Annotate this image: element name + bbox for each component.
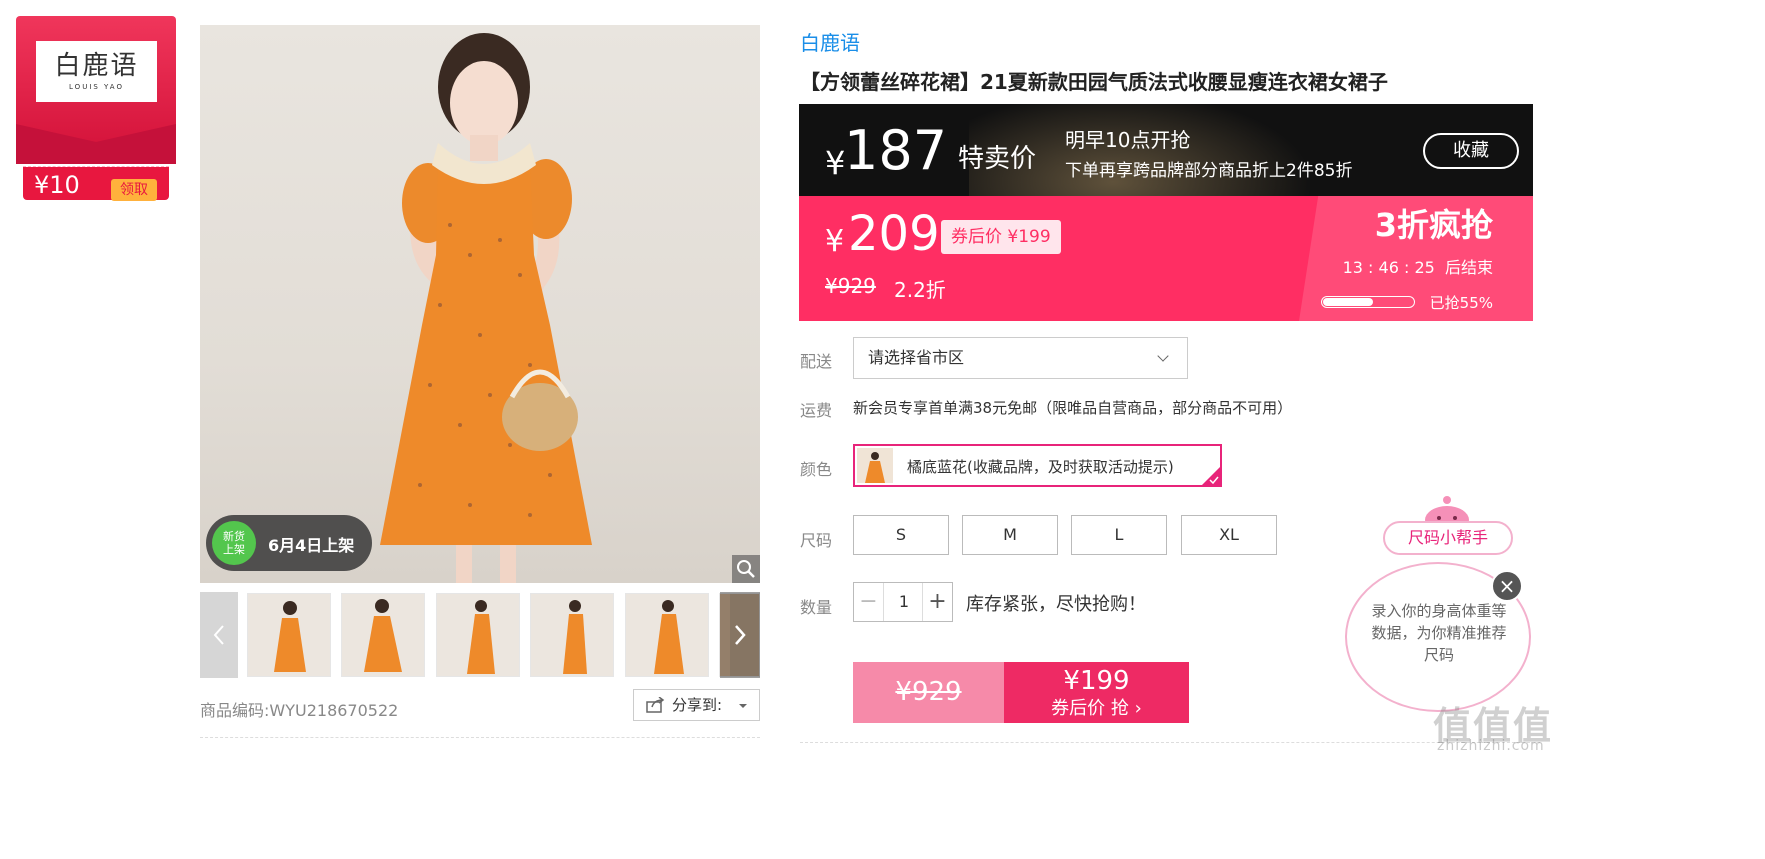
product-photo xyxy=(380,33,592,583)
product-title: 【方领蕾丝碎花裙】21夏新款田园气质法式收腰显瘦连衣裙女裙子 xyxy=(800,70,1388,94)
chevron-left-icon xyxy=(213,625,224,645)
special-price-currency: ¥ xyxy=(825,144,846,182)
sold-progress-fill xyxy=(1323,298,1373,306)
zoom-button[interactable] xyxy=(732,555,760,583)
divider xyxy=(200,737,760,738)
size-label: 尺码 xyxy=(800,531,833,550)
size-helper-button[interactable]: 尺码小帮手 xyxy=(1383,521,1513,555)
new-arrival-circle: 新货 上架 xyxy=(212,521,256,565)
thumbnail-5[interactable] xyxy=(625,593,709,677)
close-icon[interactable]: × xyxy=(1491,570,1523,602)
new-arrival-circle-text: 新货 上架 xyxy=(223,530,245,556)
sold-progress-bar xyxy=(1321,296,1415,308)
sku-label: 商品编码: xyxy=(200,701,270,720)
check-icon xyxy=(1209,476,1219,484)
discount-rate: 2.2折 xyxy=(894,278,946,302)
size-helper-text: 录入你的身高体重等数据，为你精准推荐尺码 xyxy=(1371,602,1507,664)
chevron-right-icon xyxy=(735,625,746,645)
brand-logo-en: LOUIS YAO xyxy=(69,83,124,91)
coupon-divider xyxy=(23,166,169,167)
special-price-tag: 特卖价 xyxy=(958,144,1037,174)
sold-percentage: 已抢55% xyxy=(1429,294,1493,312)
thumbnail-next-button[interactable] xyxy=(720,592,760,678)
coupon-price-badge: 券后价 ¥199 xyxy=(941,220,1061,254)
countdown-value: 13 : 46 : 25 xyxy=(1342,258,1435,277)
sku-line: 商品编码:WYU218670522 xyxy=(200,697,398,721)
thumbnail-prev-button[interactable] xyxy=(200,592,238,678)
quantity-stepper: − 1 + xyxy=(853,582,953,622)
shipping-info: 新会员专享首单满38元免邮（限唯品自营商品，部分商品不可用） xyxy=(853,399,1293,417)
countdown-timer: 13 : 46 : 25 后结束 xyxy=(1343,254,1493,278)
flash-sale-banner: ¥ 209 券后价 ¥199 ¥929 2.2折 3折疯抢 13 : 46 : … xyxy=(799,196,1533,321)
sale-price-currency: ¥ xyxy=(825,224,845,259)
watermark-url: zhizhizhi.com xyxy=(1437,738,1545,754)
sale-start-text: 明早10点开抢 xyxy=(1065,128,1191,152)
size-option-s[interactable]: S xyxy=(853,515,949,555)
color-option-selected[interactable]: 橘底蓝花(收藏品牌，及时获取活动提示) xyxy=(853,444,1222,487)
share-button[interactable]: 分享到: xyxy=(633,689,760,721)
main-product-image[interactable]: 新货 上架 6月4日上架 xyxy=(200,25,760,583)
thumbnail-3[interactable] xyxy=(436,593,520,677)
delivery-region-value: 请选择省市区 xyxy=(868,348,965,367)
sale-price: 209 xyxy=(848,206,940,262)
stock-warning: 库存紧张，尽快抢购！ xyxy=(966,594,1146,615)
color-swatch-image xyxy=(857,448,893,483)
special-price: 187 xyxy=(844,119,948,182)
color-option-label: 橘底蓝花(收藏品牌，及时获取活动提示) xyxy=(907,458,1174,476)
size-option-xl[interactable]: XL xyxy=(1181,515,1277,555)
brand-link[interactable]: 白鹿语 xyxy=(800,27,860,56)
brand-logo[interactable]: 白鹿语 LOUIS YAO xyxy=(36,41,157,102)
brand-coupon-card[interactable]: 白鹿语 LOUIS YAO ¥10 领取 xyxy=(16,16,176,201)
buy-now-button[interactable]: ¥929 ¥199 券后价 抢 › xyxy=(853,662,1189,723)
dropdown-arrow-icon xyxy=(739,704,747,708)
delivery-region-select[interactable]: 请选择省市区 xyxy=(853,337,1188,379)
new-arrival-date: 6月4日上架 xyxy=(268,536,355,555)
brand-logo-cn: 白鹿语 xyxy=(54,51,139,81)
cross-brand-offer-text: 下单再享跨品牌部分商品折上2件85折 xyxy=(1065,161,1353,181)
share-icon xyxy=(646,697,665,713)
quantity-label: 数量 xyxy=(800,598,833,617)
delivery-label: 配送 xyxy=(800,352,833,371)
buy-price: ¥199 xyxy=(1063,666,1130,696)
buy-coupon-price: ¥199 券后价 抢 › xyxy=(1004,662,1189,723)
magnifier-icon xyxy=(737,560,755,578)
size-option-m[interactable]: M xyxy=(962,515,1058,555)
special-price-banner: ¥ 187 特卖价 明早10点开抢 下单再享跨品牌部分商品折上2件85折 收藏 xyxy=(799,104,1533,196)
thumbnail-image xyxy=(364,599,402,672)
quantity-input[interactable]: 1 xyxy=(884,583,924,621)
claim-coupon-button[interactable]: 领取 xyxy=(111,179,157,201)
thumbnail-image xyxy=(654,600,684,674)
thumbnail-image xyxy=(274,601,306,672)
buy-subtitle: 券后价 抢 › xyxy=(1051,698,1142,719)
chevron-down-icon xyxy=(1157,350,1169,362)
promo-title: 3折疯抢 xyxy=(1374,206,1493,244)
thumbnail-1[interactable] xyxy=(247,593,331,677)
quantity-decrease-button[interactable]: − xyxy=(854,583,884,621)
size-option-l[interactable]: L xyxy=(1071,515,1167,555)
favorite-button[interactable]: 收藏 xyxy=(1423,133,1519,169)
countdown-suffix: 后结束 xyxy=(1444,258,1493,277)
divider xyxy=(800,742,1540,743)
share-label: 分享到: xyxy=(672,696,723,714)
buy-original-price: ¥929 xyxy=(853,662,1004,723)
shipping-label: 运费 xyxy=(800,401,833,420)
original-price: ¥929 xyxy=(825,274,876,298)
thumbnail-2[interactable] xyxy=(341,593,425,677)
quantity-increase-button[interactable]: + xyxy=(922,583,952,621)
color-label: 颜色 xyxy=(800,460,833,479)
new-arrival-badge: 新货 上架 6月4日上架 xyxy=(206,515,372,571)
thumbnail-image xyxy=(467,600,495,674)
thumbnail-4[interactable] xyxy=(530,593,614,677)
sku-code: WYU218670522 xyxy=(269,701,399,720)
thumbnail-image xyxy=(563,600,587,674)
coupon-value: ¥10 xyxy=(34,171,80,199)
